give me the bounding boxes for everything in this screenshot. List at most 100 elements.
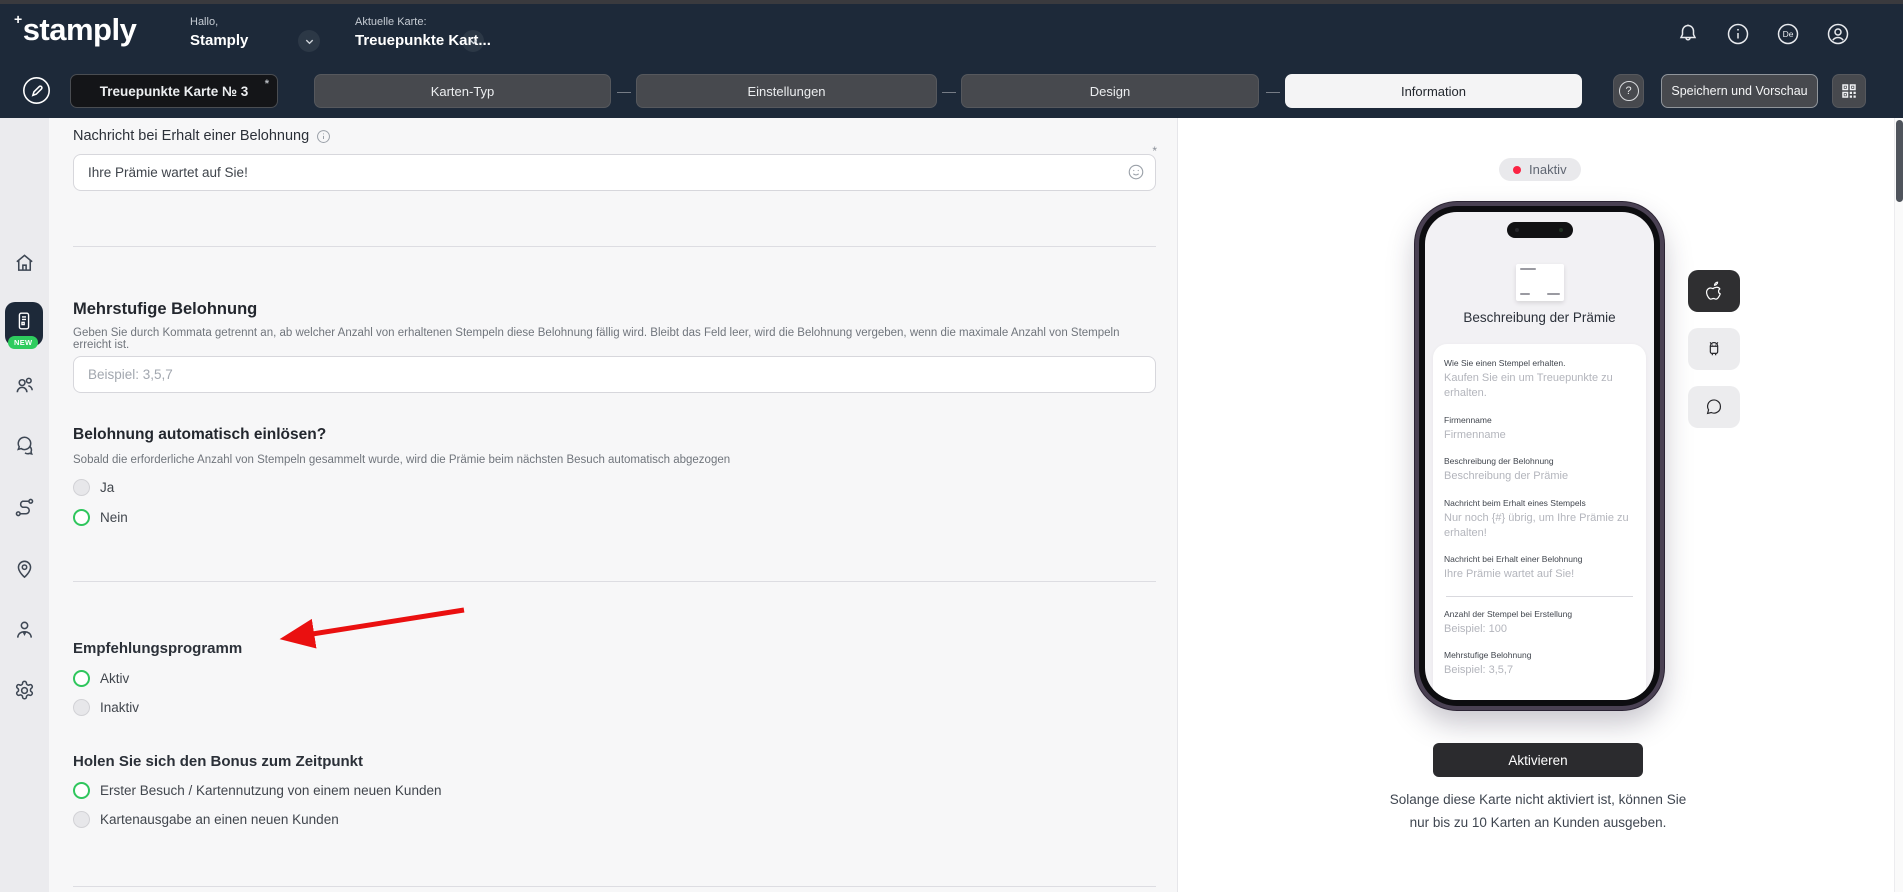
radio-auto-redeem-ja[interactable]: Ja [73, 476, 114, 498]
radio-referral-aktiv[interactable]: Aktiv [73, 667, 129, 689]
preview-field-label: Mehrstufige Belohnung [1444, 650, 1532, 661]
settings-icon [15, 680, 34, 700]
card-required-marker: * [264, 78, 269, 90]
radio-circle-selected[interactable] [73, 669, 90, 687]
preview-field-label: Wie Sie einen Stempel erhalten. [1444, 358, 1566, 368]
annotation-arrow [279, 607, 465, 649]
required-marker: * [1152, 144, 1157, 158]
preview-android-button[interactable] [1688, 328, 1740, 370]
tab-label: Information [1400, 83, 1467, 99]
phone-mockup: Beschreibung der Prämie Wie Sie einen St… [1415, 202, 1664, 710]
radio-label: Inaktiv [100, 699, 140, 715]
tab-information[interactable]: Information [1285, 74, 1582, 108]
logo-plus-mark: + [14, 11, 22, 27]
preview-field-value: Beispiel: 100 [1444, 622, 1507, 635]
route-icon [15, 498, 34, 517]
help-question-icon: ? [1618, 81, 1639, 101]
dynamic-island [1506, 222, 1573, 238]
greeting-label: Hallo, [190, 16, 219, 28]
tab-karten-typ[interactable]: Karten-Typ [314, 74, 611, 108]
notifications-bell-icon[interactable] [1676, 22, 1700, 46]
card-thumbnail [1515, 264, 1564, 301]
tab-label: Karten-Typ [430, 83, 495, 99]
current-card-chevron-down-icon[interactable] [462, 30, 484, 52]
card-name-button[interactable]: Treuepunkte Karte № 3 * [70, 74, 278, 108]
stamply-logo[interactable]: +stamply [14, 11, 137, 48]
preview-field-value: Beispiel: 3,5,7 [1444, 664, 1514, 677]
chat-icon [1706, 399, 1722, 415]
form-content-area: Nachricht bei Erhalt einer Belohnung * M… [49, 118, 1177, 892]
sidebar-item-locations[interactable] [13, 557, 36, 580]
multilevel-description: Geben Sie durch Kommata getrennt an, ab … [73, 327, 1120, 351]
activate-card-button[interactable]: Aktivieren [1433, 743, 1643, 777]
sidebar-item-messages[interactable] [13, 434, 36, 457]
apple-icon [1705, 281, 1721, 300]
help-button[interactable]: ? [1613, 74, 1644, 108]
sidebar-item-home[interactable] [13, 251, 36, 274]
language-badge: De [1782, 29, 1794, 39]
page-scrollbar[interactable] [1894, 118, 1903, 892]
save-button-label: Speichern und Vorschau [1671, 84, 1808, 98]
reward-message-input[interactable] [73, 154, 1156, 191]
radio-circle-selected[interactable] [73, 781, 90, 799]
radio-bonus-card-issue[interactable]: Kartenausgabe an einen neuen Kunden [73, 808, 339, 830]
greeting-name: Stamply [190, 32, 249, 49]
loyalty-card-icon [18, 312, 30, 330]
step-separator: — [1266, 83, 1280, 99]
card-name-text: Treuepunkte Karte № 3 [99, 83, 249, 99]
preview-panel: Inaktiv Beschreibung der Prämie Wie Sie … [1177, 118, 1894, 892]
sidebar-item-managers[interactable] [13, 618, 36, 641]
radio-circle-selected[interactable] [73, 508, 90, 526]
preview-field-value: Kaufen Sie ein um Treuepunkte zu erhalte… [1444, 372, 1613, 400]
sidebar-item-integrations[interactable] [13, 496, 36, 519]
home-icon [16, 254, 33, 271]
scrollbar-thumb[interactable] [1896, 120, 1903, 202]
radio-bonus-first-visit[interactable]: Erster Besuch / Kartennutzung von einem … [73, 779, 441, 801]
preview-apple-button[interactable] [1688, 270, 1740, 312]
logo-text: stamply [22, 12, 137, 47]
customers-icon [16, 377, 33, 393]
multilevel-input[interactable] [73, 356, 1156, 393]
tab-einstellungen[interactable]: Einstellungen [636, 74, 937, 108]
edit-card-name-icon[interactable] [22, 76, 51, 105]
radio-circle[interactable] [73, 810, 90, 828]
tab-label: Einstellungen [747, 83, 826, 99]
card-status-badge: Inaktiv [1499, 158, 1581, 181]
reward-message-label-row: Nachricht bei Erhalt einer Belohnung [73, 128, 331, 144]
tab-design[interactable]: Design [961, 74, 1259, 108]
preview-field: Nachricht bei Erhalt einer Belohnung Ihr… [1444, 554, 1635, 582]
qr-code-button[interactable] [1832, 74, 1866, 108]
preview-divider [1446, 595, 1633, 597]
preview-chat-button[interactable] [1688, 386, 1740, 428]
status-dot-icon [1513, 165, 1521, 174]
preview-field-label: Firmenname [1444, 414, 1492, 425]
user-profile-icon[interactable] [1826, 22, 1850, 46]
field-info-icon[interactable] [316, 129, 331, 144]
radio-referral-inaktiv[interactable]: Inaktiv [73, 696, 139, 718]
language-selector-icon[interactable]: De [1776, 22, 1800, 46]
bonus-timing-title: Holen Sie sich den Bonus zum Zeitpunkt [73, 753, 364, 770]
radio-label: Kartenausgabe an einen neuen Kunden [100, 811, 339, 827]
preview-field-label: Beschreibung der Belohnung [1444, 456, 1554, 467]
phone-screen: Beschreibung der Prämie Wie Sie einen St… [1425, 212, 1654, 700]
section-divider [73, 886, 1156, 887]
radio-circle[interactable] [73, 478, 90, 496]
qr-code-icon [1842, 84, 1856, 98]
sidebar-item-settings[interactable] [13, 679, 36, 702]
window-top-strip [0, 0, 1903, 4]
account-greeting[interactable]: Hallo, Stamply [190, 16, 248, 49]
emoji-picker-icon[interactable] [1127, 163, 1145, 181]
preview-field: Firmenname Firmenname [1444, 415, 1635, 443]
preview-field-value: Ihre Prämie wartet auf Sie! [1444, 568, 1575, 581]
sidebar-item-customers[interactable] [13, 374, 36, 397]
info-icon[interactable] [1726, 22, 1750, 46]
preview-field: Wie Sie einen Stempel erhalten. Kaufen S… [1444, 358, 1635, 402]
account-chevron-down-icon[interactable] [298, 30, 320, 52]
preview-card-title: Beschreibung der Prämie [1463, 310, 1616, 325]
save-and-preview-button[interactable]: Speichern und Vorschau [1661, 74, 1818, 108]
radio-label: Aktiv [100, 670, 130, 686]
preview-field-label: Nachricht beim Erhalt eines Stempels [1444, 497, 1586, 508]
messages-icon [17, 436, 33, 456]
radio-auto-redeem-nein[interactable]: Nein [73, 506, 128, 528]
radio-circle[interactable] [73, 698, 90, 716]
